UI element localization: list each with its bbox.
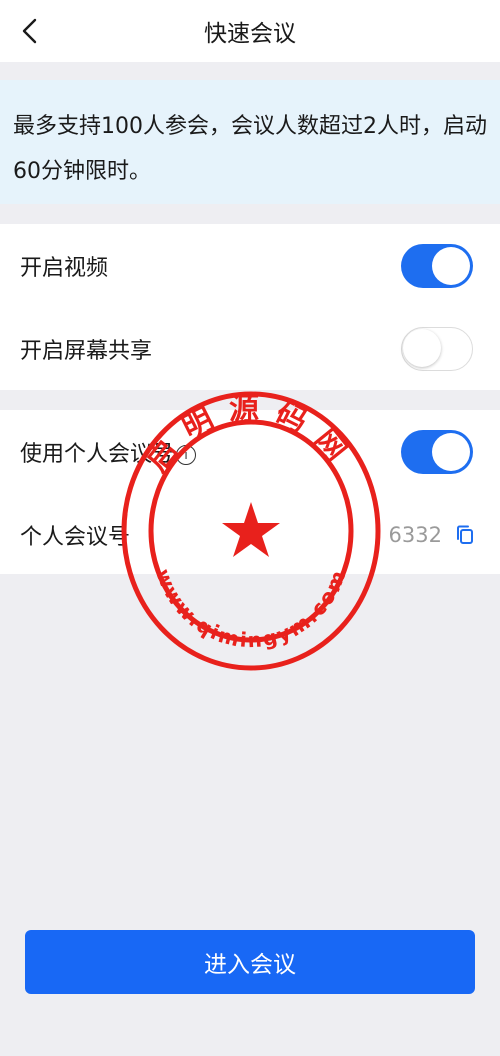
video-setting-row: 开启视频 [0, 224, 500, 307]
top-bar: 快速会议 [0, 0, 500, 62]
screen-share-setting-row: 开启屏幕共享 [0, 307, 500, 390]
video-toggle-knob [432, 246, 470, 285]
meeting-number-row: 个人会议号 6332 [0, 493, 500, 576]
screen-share-label: 开启屏幕共享 [20, 338, 153, 364]
limit-notice-banner: 最多支持100人参会，会议人数超过2人时，启动60分钟限时。 [0, 80, 500, 204]
copy-button[interactable] [454, 524, 476, 546]
screen-share-toggle[interactable] [401, 326, 473, 371]
info-icon[interactable]: i [176, 444, 197, 465]
screen-share-toggle-knob [403, 329, 441, 367]
personal-meeting-toggle-knob [432, 432, 470, 471]
enter-meeting-button[interactable]: 进入会议 [25, 930, 475, 994]
limit-notice-text: 最多支持100人参会，会议人数超过2人时，启动60分钟限时。 [13, 114, 487, 184]
page-title: 快速会议 [204, 21, 296, 47]
personal-meeting-label-wrap: 使用个人会议号 i [20, 436, 197, 468]
personal-meeting-toggle[interactable] [401, 429, 473, 474]
meeting-number-value: 6332 [388, 522, 442, 547]
video-toggle[interactable] [401, 243, 473, 288]
personal-meeting-label: 使用个人会议号 [20, 441, 175, 467]
meeting-number-label: 个人会议号 [20, 524, 131, 550]
personal-meeting-row: 使用个人会议号 i [0, 410, 500, 493]
copy-icon [457, 525, 473, 544]
video-label: 开启视频 [20, 255, 109, 281]
meeting-id-card: 使用个人会议号 i 个人会议号 6332 [0, 410, 500, 574]
media-settings-card: 开启视频 开启屏幕共享 [0, 224, 500, 390]
watermark-bottom-text: www.qimingym.com [151, 565, 351, 652]
